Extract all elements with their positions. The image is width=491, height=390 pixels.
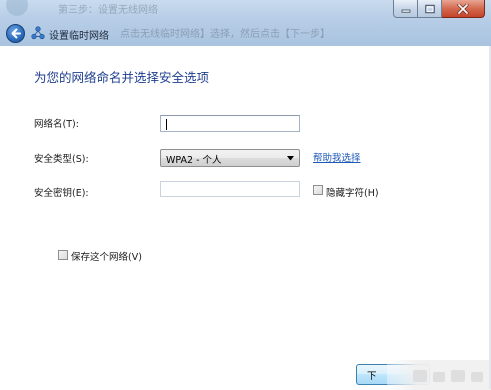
caption-buttons bbox=[393, 0, 485, 18]
maximize-icon bbox=[424, 4, 435, 13]
help-me-choose-link[interactable]: 帮助我选择 bbox=[313, 150, 361, 164]
window-title: 设置临时网络 bbox=[49, 31, 109, 42]
maximize-button[interactable] bbox=[418, 0, 442, 18]
blur-block bbox=[433, 372, 445, 382]
title-bar: 第三步：设置无线网络 点击无线临时网络】选择，然后点击【下一步】 设置临时网络 bbox=[0, 0, 491, 46]
save-network-label: 保存这个网络(V) bbox=[71, 252, 142, 263]
minimize-button[interactable] bbox=[393, 0, 418, 18]
text-caret bbox=[166, 119, 167, 130]
ghost-instruction-line-1: 第三步：设置无线网络 bbox=[58, 5, 158, 16]
back-arrow-icon bbox=[11, 28, 21, 39]
security-key-label: 安全密钥(E): bbox=[34, 188, 89, 199]
wizard-content: 为您的网络命名并选择安全选项 网络名(T): 安全类型(S): WPA2 - 个… bbox=[0, 46, 491, 390]
page-heading: 为您的网络命名并选择安全选项 bbox=[34, 70, 210, 85]
back-button[interactable] bbox=[6, 24, 25, 43]
ghost-instruction-line-2: 点击无线临时网络】选择，然后点击【下一步】 bbox=[120, 29, 330, 40]
blur-block bbox=[451, 370, 465, 382]
chevron-down-icon bbox=[287, 156, 294, 161]
minimize-icon bbox=[401, 9, 410, 13]
close-icon bbox=[457, 3, 469, 14]
close-button[interactable] bbox=[442, 0, 485, 18]
network-name-input[interactable] bbox=[160, 115, 300, 132]
blur-block bbox=[413, 370, 427, 382]
hide-characters-checkbox[interactable] bbox=[313, 185, 323, 195]
security-key-input[interactable] bbox=[160, 181, 300, 197]
hide-characters-label: 隐藏字符(H) bbox=[326, 188, 379, 199]
security-type-select[interactable]: WPA2 - 个人 bbox=[160, 149, 300, 167]
network-name-label: 网络名(T): bbox=[34, 119, 79, 130]
blurred-watermark bbox=[387, 360, 491, 390]
save-network-checkbox[interactable] bbox=[58, 250, 68, 260]
blur-block bbox=[471, 372, 483, 382]
security-type-label: 安全类型(S): bbox=[34, 154, 89, 165]
network-icon bbox=[31, 26, 45, 40]
ghost-blob bbox=[6, 0, 28, 16]
security-type-value: WPA2 - 个人 bbox=[166, 155, 222, 166]
